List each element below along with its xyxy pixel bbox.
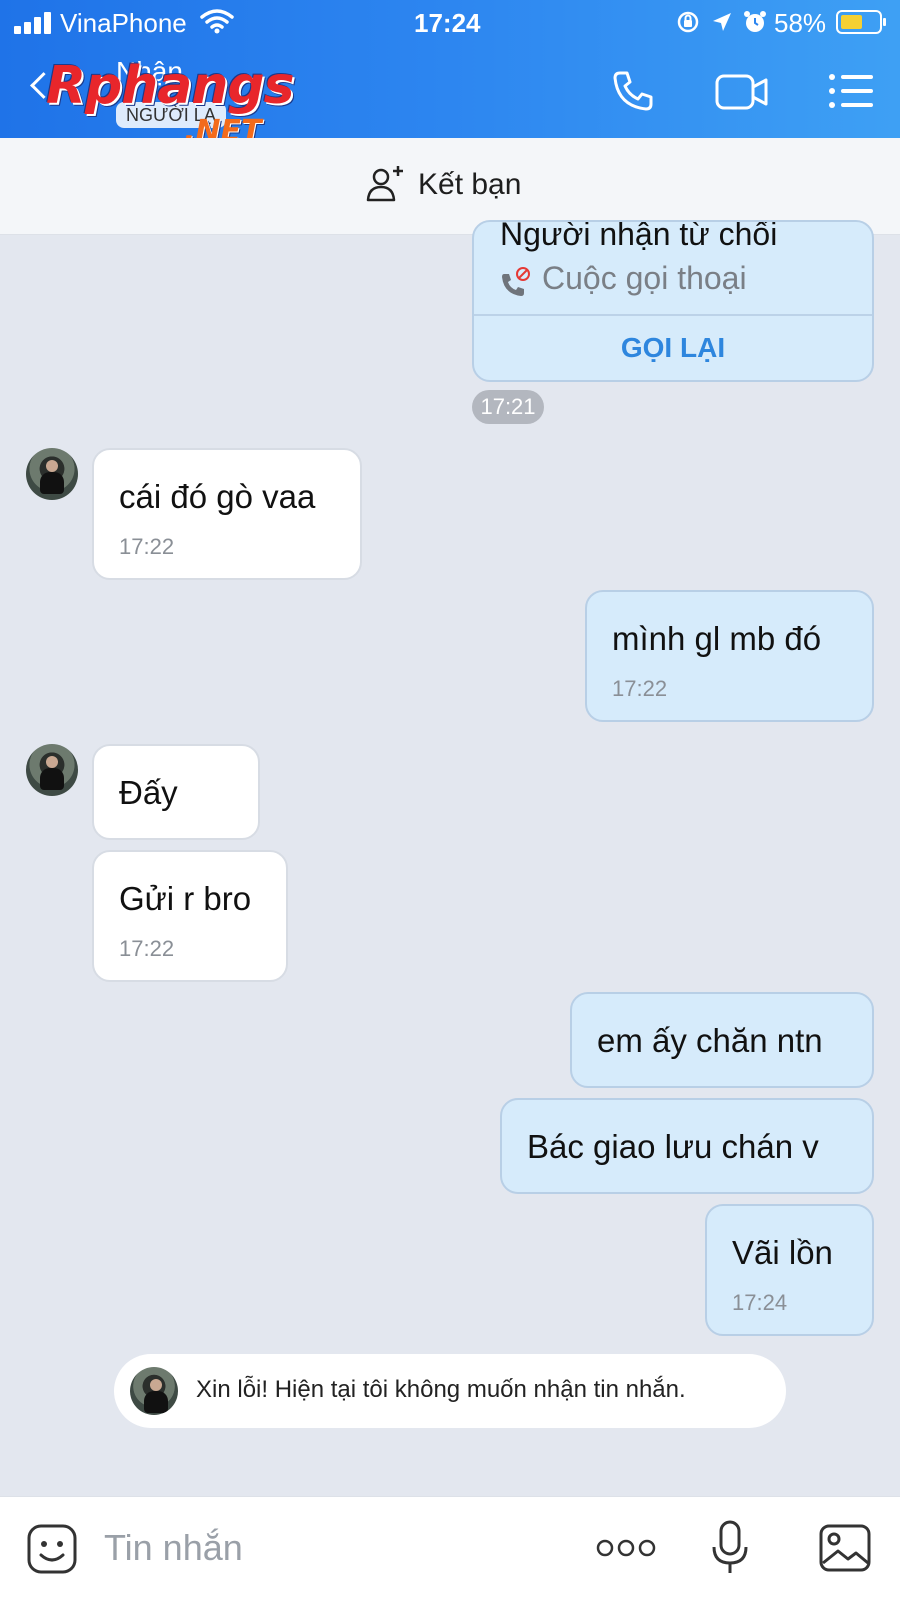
message-time: 17:22 [119, 936, 175, 961]
message-time: 17:22 [119, 534, 175, 559]
status-time: 17:24 [414, 8, 481, 38]
sender-avatar [130, 1367, 178, 1415]
sender-avatar[interactable] [26, 744, 78, 796]
message-input-bar: Tin nhắn [0, 1496, 900, 1601]
sticker-icon[interactable] [26, 1523, 78, 1575]
alarm-icon [744, 11, 766, 32]
message-text: Bác giao lưu chán v [527, 1128, 819, 1165]
message-input[interactable]: Tin nhắn [104, 1527, 243, 1569]
message-bubble-incoming[interactable]: Gửi r bro 17:22 [92, 850, 288, 982]
missed-call-card: Người nhận từ chối Cuộc gọi thoại GỌI LẠ… [472, 220, 874, 382]
message-text: Vãi lồn [732, 1234, 833, 1271]
chat-header: VinaPhone 17:24 58% Nhận NGƯỜI LẠ Rphang… [0, 0, 900, 148]
phone-icon[interactable] [610, 68, 656, 114]
message-text: cái đó gò vaa [119, 478, 316, 515]
add-friend-label[interactable]: Kết bạn [418, 168, 521, 202]
message-time: 17:22 [612, 676, 668, 701]
message-text: Gửi r bro [119, 880, 252, 917]
more-options-icon[interactable] [596, 1537, 656, 1559]
battery-percent: 58% [774, 8, 827, 38]
menu-list-icon[interactable] [828, 72, 874, 110]
video-call-icon[interactable] [714, 72, 770, 112]
declined-call-icon [502, 267, 530, 296]
card-divider [474, 314, 872, 316]
location-arrow-icon [713, 13, 731, 31]
call-type-label: Cuộc gọi thoại [542, 260, 747, 296]
message-bubble-incoming[interactable]: Đấy [92, 744, 260, 840]
message-bubble-outgoing[interactable]: Bác giao lưu chán v [500, 1098, 874, 1194]
sender-avatar[interactable] [26, 448, 78, 500]
battery-icon [836, 10, 886, 34]
message-bubble-outgoing[interactable]: mình gl mb đó 17:22 [585, 590, 874, 722]
microphone-icon[interactable] [710, 1519, 750, 1577]
message-text: Đấy [119, 774, 178, 811]
auto-reply-text: Xin lỗi! Hiện tại tôi không muốn nhận ti… [196, 1376, 686, 1403]
image-icon[interactable] [818, 1523, 872, 1573]
wifi-icon [200, 9, 234, 34]
auto-reply-notice: Xin lỗi! Hiện tại tôi không muốn nhận ti… [114, 1354, 786, 1428]
message-time: 17:24 [732, 1290, 788, 1315]
carrier-label: VinaPhone [60, 8, 187, 38]
message-text: em ấy chăn ntn [597, 1022, 823, 1059]
call-status-title: Người nhận từ chối [500, 220, 778, 252]
message-text: mình gl mb đó [612, 620, 822, 657]
message-bubble-outgoing[interactable]: em ấy chăn ntn [570, 992, 874, 1088]
message-bubble-incoming[interactable]: cái đó gò vaa 17:22 [92, 448, 362, 580]
add-person-icon [366, 166, 403, 202]
call-back-button[interactable]: GỌI LẠI [474, 332, 872, 364]
message-bubble-outgoing[interactable]: Vãi lồn 17:24 [705, 1204, 874, 1336]
rotation-lock-icon [677, 11, 699, 33]
cellular-signal-icon [14, 12, 54, 34]
watermark-logo: Rphangs [46, 56, 295, 116]
call-timestamp: 17:21 [472, 390, 544, 424]
